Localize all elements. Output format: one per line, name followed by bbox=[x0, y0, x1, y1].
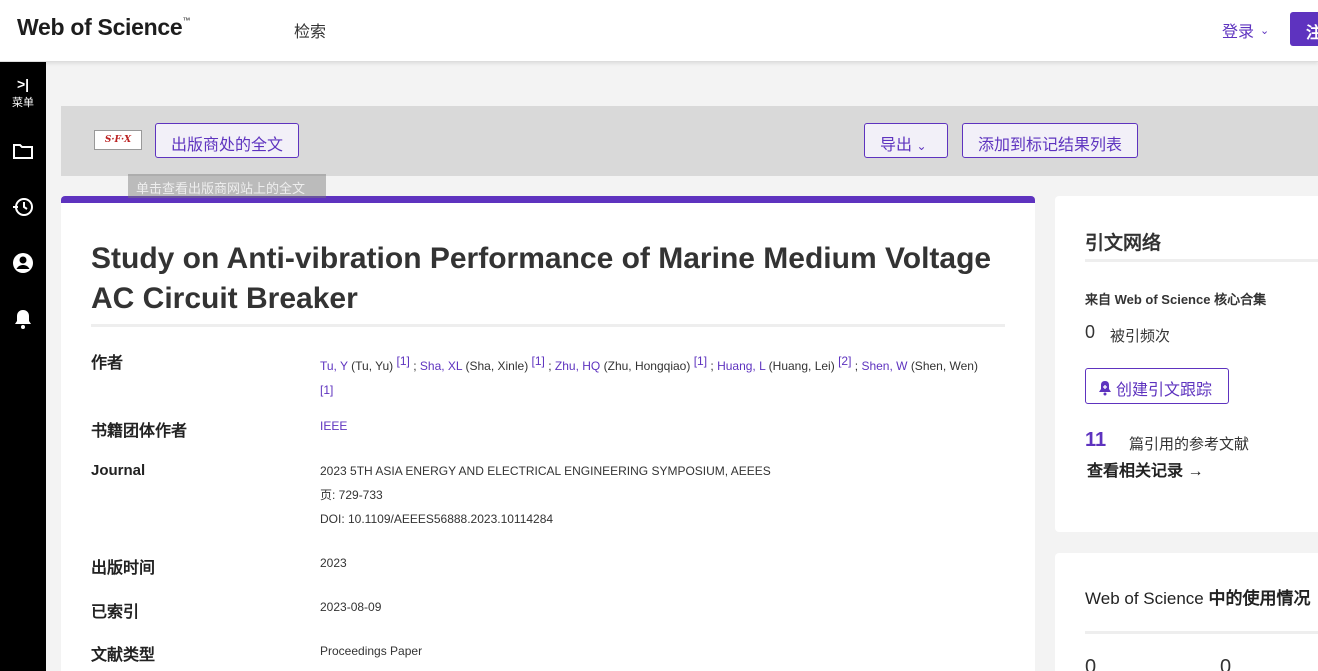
sidebar: >| 菜单 bbox=[0, 62, 46, 671]
author-link[interactable]: Zhu, HQ bbox=[555, 359, 600, 373]
sidebar-item-alerts[interactable] bbox=[0, 308, 46, 330]
add-to-marked-list-button[interactable]: 添加到标记结果列表 bbox=[962, 123, 1138, 158]
author-separator: ; bbox=[548, 359, 552, 373]
publisher-full-text-button[interactable]: 出版商处的全文 bbox=[155, 123, 299, 158]
author-affiliation-ref[interactable]: [2] bbox=[838, 354, 851, 368]
record-toolbar: S·F·X 出版商处的全文 导出 ⌄ 添加到标记结果列表 bbox=[61, 106, 1318, 176]
author-affiliation-ref[interactable]: [1] bbox=[397, 354, 410, 368]
bell-plus-icon bbox=[1099, 381, 1111, 396]
doc-type-value: Proceedings Paper bbox=[320, 644, 423, 658]
journal-label: Journal bbox=[91, 462, 146, 479]
pub-date-label: 出版时间 bbox=[91, 560, 156, 577]
usage-count-1: 0 bbox=[1085, 656, 1097, 671]
create-citation-alert-label: 创建引文跟踪 bbox=[1116, 382, 1213, 399]
nav-search-link[interactable]: 检索 bbox=[294, 18, 326, 42]
journal-doi: DOI: 10.1109/AEEES56888.2023.10114284 bbox=[320, 512, 554, 526]
journal-pages: 页: 729-733 bbox=[320, 488, 383, 502]
sidebar-item-history[interactable] bbox=[0, 196, 46, 218]
view-related-records-link[interactable]: 查看相关记录 → bbox=[1087, 457, 1203, 481]
citation-source-label: 来自 Web of Science 核心合集 bbox=[1085, 292, 1267, 307]
top-header: Web of Science™ 检索 登录 ⌄ 注册 bbox=[0, 0, 1318, 62]
account-icon bbox=[13, 253, 33, 273]
register-button[interactable]: 注册 bbox=[1290, 12, 1318, 46]
author-full-name: (Sha, Xinle) bbox=[465, 359, 529, 373]
bell-icon bbox=[15, 310, 31, 329]
cited-references-label: 篇引用的参考文献 bbox=[1129, 436, 1250, 453]
times-cited-count: 0 bbox=[1085, 322, 1096, 342]
create-citation-alert-button[interactable]: 创建引文跟踪 bbox=[1085, 368, 1229, 404]
expand-icon: >| bbox=[16, 76, 30, 92]
author-link[interactable]: Sha, XL bbox=[420, 359, 462, 373]
citation-network-card: 引文网络 来自 Web of Science 核心合集 0 被引频次 创建引文跟… bbox=[1055, 196, 1318, 532]
chevron-down-icon: ⌄ bbox=[916, 139, 927, 153]
folder-icon bbox=[13, 144, 33, 159]
journal-name: 2023 5TH ASIA ENERGY AND ELECTRICAL ENGI… bbox=[320, 464, 771, 478]
full-text-tooltip: 单击查看出版商网站上的全文 bbox=[128, 174, 326, 198]
author-full-name: (Huang, Lei) bbox=[768, 359, 835, 373]
record-title: Study on Anti-vibration Performance of M… bbox=[91, 242, 992, 315]
record-card: Study on Anti-vibration Performance of M… bbox=[61, 196, 1035, 671]
author-full-name: (Tu, Yu) bbox=[351, 359, 394, 373]
author-separator: ; bbox=[710, 359, 714, 373]
authors-label: 作者 bbox=[91, 355, 124, 372]
times-cited-label: 被引频次 bbox=[1110, 328, 1171, 345]
author-affiliation-ref[interactable]: [1] bbox=[532, 354, 545, 368]
usage-title: Web of Science 中的使用情况 bbox=[1085, 589, 1311, 608]
author-link[interactable]: Tu, Y bbox=[320, 359, 348, 373]
indexed-value: 2023-08-09 bbox=[320, 600, 382, 614]
history-icon bbox=[13, 198, 33, 216]
author-full-name: (Shen, Wen) bbox=[910, 359, 978, 373]
sidebar-menu-label: 菜单 bbox=[12, 97, 34, 109]
journal-block: 2023 5TH ASIA ENERGY AND ELECTRICAL ENGI… bbox=[320, 459, 771, 531]
export-button[interactable]: 导出 ⌄ bbox=[864, 123, 948, 158]
login-button[interactable]: 登录 ⌄ bbox=[1222, 18, 1269, 42]
sidebar-menu-toggle[interactable]: >| 菜单 bbox=[0, 76, 46, 110]
author-full-name: (Zhu, Hongqiao) bbox=[603, 359, 691, 373]
wos-logo[interactable]: Web of Science™ bbox=[17, 14, 190, 41]
sidebar-item-folders[interactable] bbox=[0, 142, 46, 160]
author-affiliation-ref[interactable]: [1] bbox=[694, 354, 707, 368]
cited-references-count[interactable]: 11 bbox=[1085, 429, 1106, 452]
author-link[interactable]: Shen, W bbox=[861, 359, 907, 373]
author-affiliation-ref[interactable]: [1] bbox=[320, 383, 333, 397]
usage-card: Web of Science 中的使用情况 0 0 bbox=[1055, 553, 1318, 671]
usage-count-2: 0 bbox=[1220, 656, 1232, 671]
chevron-down-icon: ⌄ bbox=[1260, 24, 1270, 37]
sfx-link-icon[interactable]: S·F·X bbox=[94, 130, 142, 150]
doc-type-label: 文献类型 bbox=[91, 647, 156, 664]
citation-network-title: 引文网络 bbox=[1085, 233, 1162, 254]
group-author-label: 书籍团体作者 bbox=[91, 423, 188, 440]
citation-network-divider bbox=[1085, 259, 1318, 262]
export-label: 导出 bbox=[880, 137, 913, 154]
login-label: 登录 bbox=[1222, 24, 1255, 41]
group-author-link[interactable]: IEEE bbox=[320, 419, 347, 433]
authors-list: Tu, Y (Tu, Yu) [1] ; Sha, XL (Sha, Xinle… bbox=[320, 349, 990, 407]
sidebar-item-account[interactable] bbox=[0, 252, 46, 274]
indexed-label: 已索引 bbox=[91, 604, 140, 621]
usage-divider bbox=[1085, 631, 1318, 634]
author-separator: ; bbox=[854, 359, 859, 373]
author-link[interactable]: Huang, L bbox=[717, 359, 765, 373]
author-separator: ; bbox=[413, 359, 417, 373]
title-divider bbox=[91, 324, 1005, 327]
pub-date-value: 2023 bbox=[320, 556, 347, 570]
